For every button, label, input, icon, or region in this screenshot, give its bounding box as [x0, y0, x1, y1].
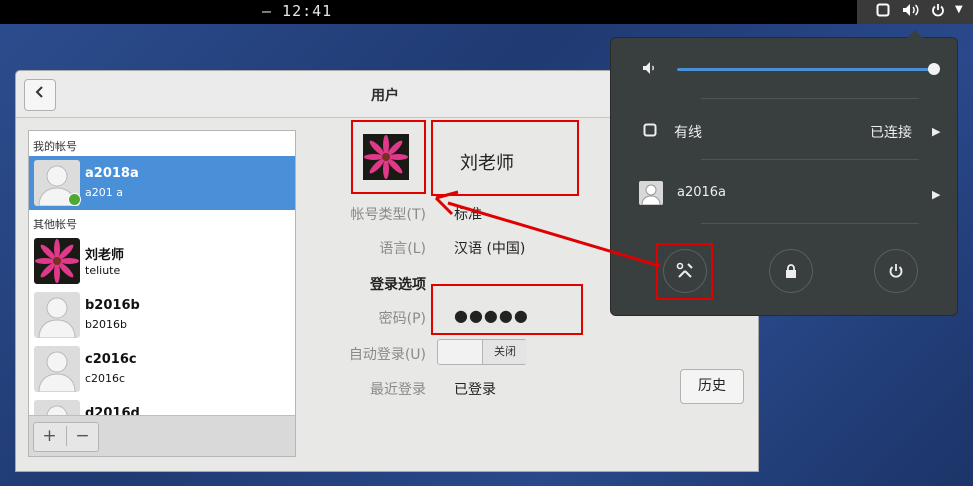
annotation-arrow	[434, 190, 661, 268]
